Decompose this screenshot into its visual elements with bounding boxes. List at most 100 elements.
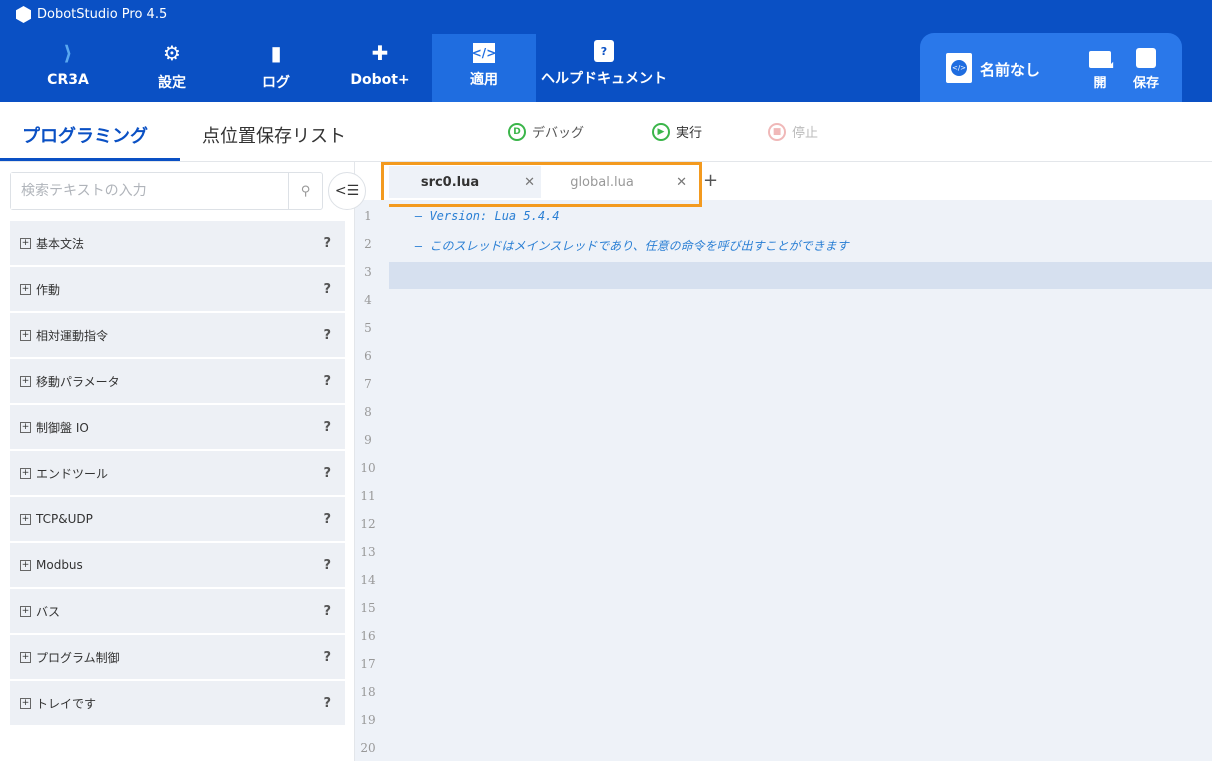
category-label: 作動 <box>36 282 61 297</box>
command-category[interactable]: + 相対運動指令? <box>10 313 345 357</box>
debug-button[interactable]: D デバッグ <box>508 122 584 141</box>
open-label: 開 <box>1093 76 1107 91</box>
help-icon[interactable]: ? <box>323 650 331 665</box>
tab-programming[interactable]: プログラミング <box>22 122 148 148</box>
expand-icon: + <box>20 329 31 341</box>
line-number: 4 <box>364 293 372 307</box>
sub-header: プログラミング 点位置保存リスト D デバッグ ▶ 実行 ■ 停止 <box>0 102 1212 162</box>
nav-apply[interactable]: </> 適用 <box>432 34 536 102</box>
app-title-text: DobotStudio Pro 4.5 <box>37 7 168 22</box>
category-label: トレイです <box>36 696 97 711</box>
debug-icon: D <box>508 122 526 141</box>
code-app-icon: </> <box>472 43 496 63</box>
line-number: 9 <box>364 433 372 447</box>
line-number: 12 <box>360 517 376 531</box>
nav-cr3a[interactable]: ⟩ CR3A <box>16 34 120 102</box>
collapse-sidebar-button[interactable]: <☰ <box>328 172 366 210</box>
file-tab-src0[interactable]: src0.lua ✕ <box>389 166 541 198</box>
line-number: 2 <box>364 237 372 251</box>
search-input[interactable] <box>11 173 288 209</box>
category-label: Modbus <box>36 558 83 572</box>
line-number: 11 <box>360 489 376 503</box>
command-category[interactable]: + Modbus? <box>10 543 345 587</box>
category-label: 移動パラメータ <box>36 374 120 389</box>
command-category[interactable]: + 作動? <box>10 267 345 311</box>
line-number: 20 <box>360 741 376 755</box>
line-number: 18 <box>360 685 376 699</box>
stop-icon: ■ <box>768 122 786 141</box>
expand-icon: + <box>20 237 31 249</box>
category-label: 相対運動指令 <box>36 328 109 343</box>
line-number: 6 <box>364 349 372 363</box>
line-number: 17 <box>360 657 376 671</box>
command-category[interactable]: + トレイです? <box>10 681 345 725</box>
nav-label: CR3A <box>47 72 89 88</box>
top-bar: DobotStudio Pro 4.5 ⟩ CR3A ⚙ 設定 ▮ ログ ✚ Dobot… <box>0 0 1212 102</box>
current-line-highlight <box>389 262 1212 289</box>
help-icon[interactable]: ? <box>323 558 331 573</box>
expand-icon: + <box>20 375 31 387</box>
command-category[interactable]: + TCP&UDP? <box>10 497 345 541</box>
line-number: 8 <box>364 405 372 419</box>
command-category[interactable]: + プログラム制御? <box>10 635 345 679</box>
tab-point-list[interactable]: 点位置保存リスト <box>202 122 346 148</box>
help-icon[interactable]: ? <box>323 328 331 343</box>
active-tab-underline <box>0 158 180 161</box>
code-line: — このスレッドはメインスレッドであり、任意の命令を呼び出すことができます <box>415 239 849 253</box>
collapse-menu-icon: <☰ <box>334 183 360 199</box>
project-name[interactable]: 名前なし <box>980 59 1040 80</box>
tab-label: global.lua <box>570 174 634 190</box>
help-icon[interactable]: ? <box>323 282 331 297</box>
nav-label: 適用 <box>470 72 498 88</box>
category-label: バス <box>36 604 61 619</box>
command-category[interactable]: + 制御盤 IO? <box>10 405 345 449</box>
run-button[interactable]: ▶ 実行 <box>652 122 702 141</box>
category-label: プログラム制御 <box>36 650 120 665</box>
command-category[interactable]: + 移動パラメータ? <box>10 359 345 403</box>
file-tab-global[interactable]: global.lua ✕ <box>541 166 693 198</box>
category-label: 基本文法 <box>36 236 85 251</box>
help-icon[interactable]: ? <box>323 466 331 481</box>
nav-label: Dobot+ <box>350 72 410 88</box>
stop-button[interactable]: ■ 停止 <box>768 122 818 141</box>
help-icon[interactable]: ? <box>323 236 331 251</box>
nav-label: ログ <box>262 75 290 91</box>
close-icon[interactable]: ✕ <box>524 175 535 190</box>
line-number: 14 <box>360 573 376 587</box>
help-icon[interactable]: ? <box>323 512 331 527</box>
help-icon[interactable]: ? <box>323 420 331 435</box>
robot-arm-icon: ⟩ <box>63 41 73 65</box>
nav-settings[interactable]: ⚙ 設定 <box>120 34 224 102</box>
app-title: DobotStudio Pro 4.5 <box>16 6 167 23</box>
command-category[interactable]: + エンドツール? <box>10 451 345 495</box>
search-icon[interactable]: ⚲ <box>288 173 322 209</box>
category-label: 制御盤 IO <box>36 420 89 435</box>
save-disk-icon <box>1136 48 1156 68</box>
add-tab-button[interactable]: + <box>703 170 718 191</box>
log-book-icon: ▮ <box>270 41 282 65</box>
open-button[interactable]: ◢ 開 <box>1080 45 1120 95</box>
nav-log[interactable]: ▮ ログ <box>224 34 328 102</box>
help-icon[interactable]: ? <box>323 696 331 711</box>
code-editor[interactable]: src0.lua ✕ global.lua ✕ + 1 — Version: Lua … <box>355 162 1212 761</box>
line-number: 19 <box>360 713 376 727</box>
nav-dobot-plus[interactable]: ✚ Dobot+ <box>328 34 432 102</box>
stop-label: 停止 <box>792 126 819 141</box>
expand-icon: + <box>20 283 31 295</box>
tab-label: src0.lua <box>420 174 480 190</box>
help-icon[interactable]: ? <box>323 604 331 619</box>
puzzle-icon: ✚ <box>371 41 389 65</box>
close-icon[interactable]: ✕ <box>676 175 687 190</box>
nav-label: ヘルプドキュメント <box>541 71 667 87</box>
gear-icon: ⚙ <box>163 41 181 65</box>
command-category[interactable]: + 基本文法? <box>10 221 345 265</box>
help-icon[interactable]: ? <box>323 374 331 389</box>
command-category[interactable]: + バス? <box>10 589 345 633</box>
dobot-logo-icon <box>16 6 31 23</box>
save-button[interactable]: 保存 <box>1126 45 1166 95</box>
expand-icon: + <box>20 651 31 663</box>
run-label: 実行 <box>676 126 703 141</box>
nav-help-docs[interactable]: ? ヘルプドキュメント <box>536 34 672 102</box>
search-box: ⚲ <box>10 172 323 210</box>
line-number: 1 <box>364 209 372 223</box>
